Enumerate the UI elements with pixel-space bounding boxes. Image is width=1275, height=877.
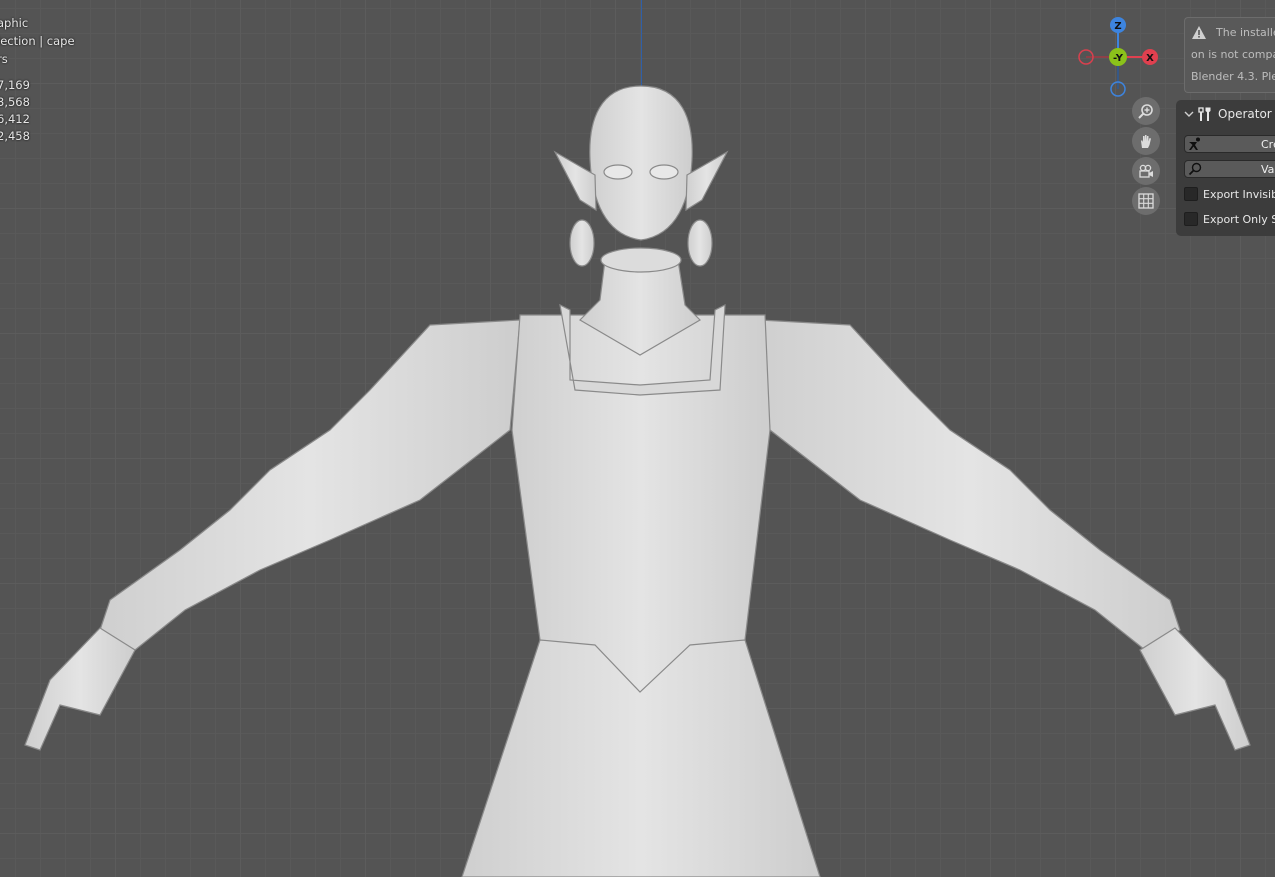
right-arm [759,319,1181,651]
pan-button[interactable] [1132,127,1160,155]
compatibility-warning: The installe on is not compat Blender 4.… [1184,17,1275,93]
warning-icon [1192,26,1206,39]
gizmo-z-label: Z [1114,21,1121,32]
wrench-screwdriver-icon [1198,106,1211,121]
hand-pan-icon [1141,135,1151,148]
search-icon [1188,162,1202,176]
perspective-toggle-button[interactable] [1132,187,1160,215]
gizmo-x-label: X [1146,53,1154,64]
left-earring [569,219,595,267]
validate-button-label: Valid [1261,163,1275,176]
operator-panel: Operator Cre Valid Export Invisibl Expor… [1176,100,1275,236]
warning-line-3: Blender 4.3. Plea [1191,70,1275,83]
right-earring [687,219,713,267]
warning-line-2: on is not compat [1191,48,1275,61]
checkbox-box[interactable] [1184,187,1198,201]
export-only-selected-checkbox[interactable]: Export Only Se [1184,212,1275,226]
navigation-gizmo[interactable]: Z X -Y [1072,12,1164,104]
warning-line-1: The installe [1216,26,1275,39]
armature-person-icon [1189,137,1200,150]
export-only-selected-label: Export Only Se [1203,212,1275,226]
export-invisible-label: Export Invisibl [1203,187,1275,201]
head [589,85,693,241]
character-model[interactable] [0,0,1275,877]
camera-icon [1139,164,1153,178]
grid-view-icon [1138,193,1154,209]
zoom-icon [1138,104,1153,119]
gizmo-y-label: -Y [1113,53,1124,64]
left-arm [99,319,521,651]
create-button-label: Cre [1261,138,1275,151]
left-hand [24,627,136,751]
create-button[interactable]: Cre [1184,135,1275,153]
right-hand [1139,627,1251,751]
torso [511,314,771,693]
choker [600,247,682,273]
export-invisible-checkbox[interactable]: Export Invisibl [1184,187,1275,201]
operator-title: Operator [1218,106,1272,121]
checkbox-box[interactable] [1184,212,1198,226]
chevron-down-icon [1184,111,1194,117]
validate-button[interactable]: Valid [1184,160,1275,178]
operator-panel-header[interactable]: Operator [1176,100,1275,127]
camera-view-button[interactable] [1132,157,1160,185]
zoom-button[interactable] [1132,97,1160,125]
